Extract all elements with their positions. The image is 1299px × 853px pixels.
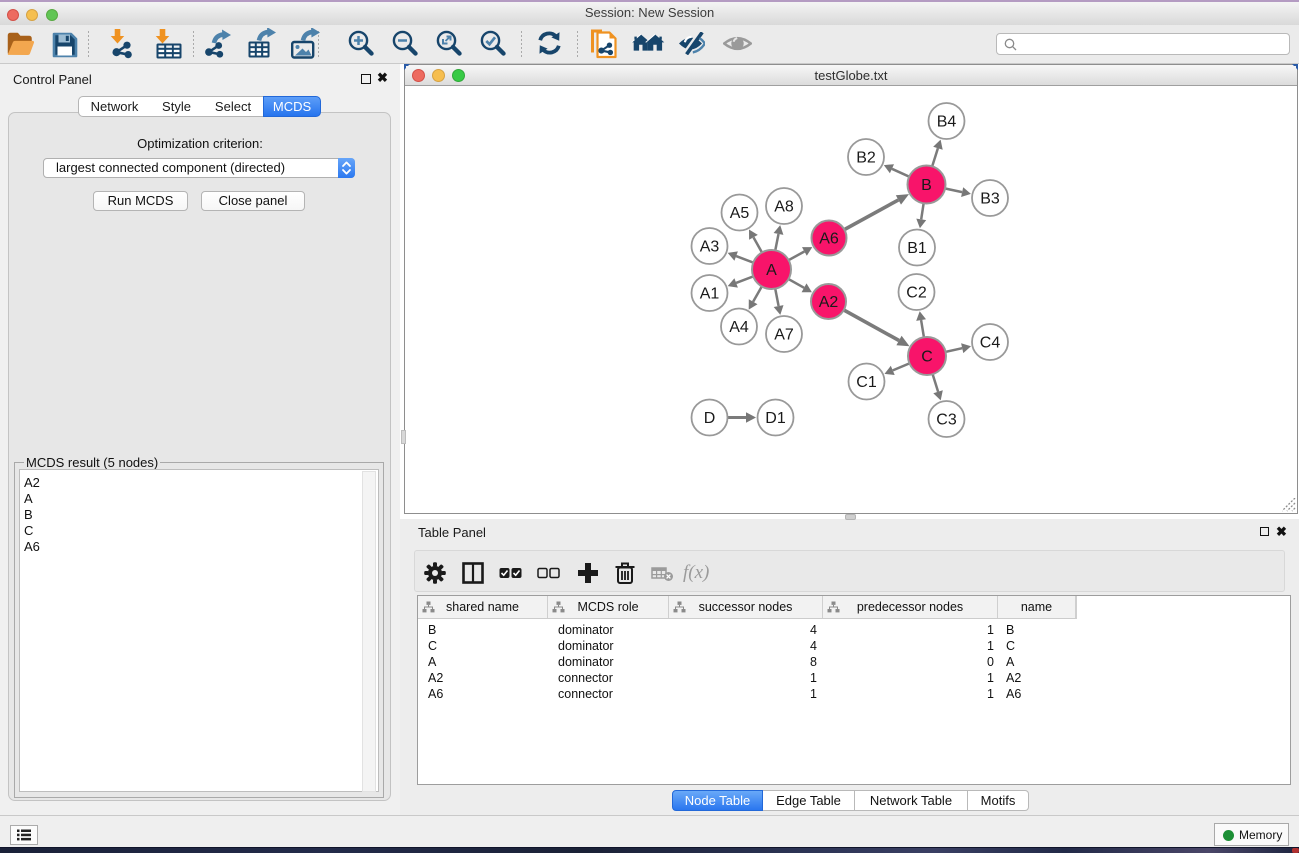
svg-text:D1: D1 [765,410,786,427]
svg-text:A8: A8 [774,199,794,216]
svg-text:C2: C2 [906,285,927,302]
svg-text:B1: B1 [907,240,927,257]
svg-text:A3: A3 [700,239,720,256]
svg-text:A: A [766,262,777,279]
svg-text:C: C [921,349,933,366]
svg-text:C1: C1 [856,374,877,391]
svg-text:B: B [921,177,932,194]
svg-text:D: D [704,410,716,427]
svg-text:B3: B3 [980,191,1000,208]
svg-text:B4: B4 [937,114,957,131]
svg-text:A1: A1 [700,286,720,303]
svg-text:B2: B2 [856,150,876,167]
svg-text:A5: A5 [730,205,750,222]
svg-text:A2: A2 [819,294,839,311]
svg-text:A4: A4 [729,319,749,336]
svg-text:C3: C3 [936,412,957,429]
svg-text:f(x): f(x) [683,563,709,583]
svg-text:A6: A6 [819,231,839,248]
svg-text:A7: A7 [774,327,794,344]
svg-text:C4: C4 [980,335,1001,352]
